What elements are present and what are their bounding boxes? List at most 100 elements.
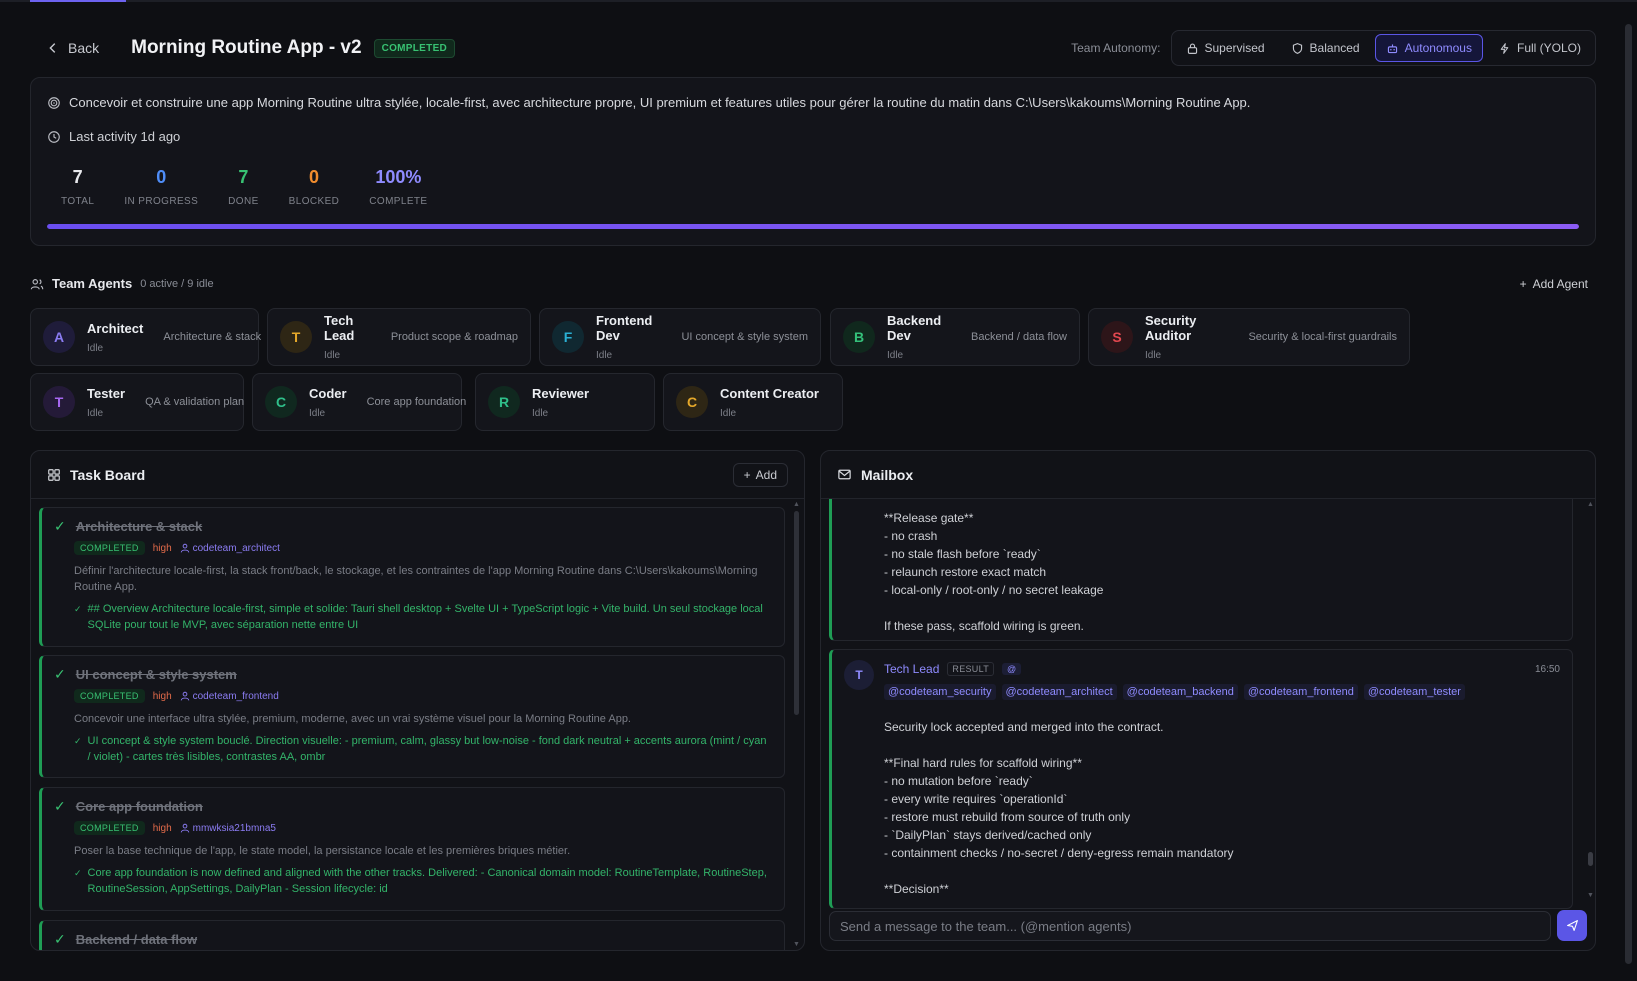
task-description: Définir l'architecture locale-first, la … — [74, 565, 758, 593]
agent-status: Idle — [87, 407, 104, 419]
autonomy-balanced-button[interactable]: Balanced — [1280, 34, 1371, 62]
agent-card-tester[interactable]: T Tester Idle QA & validation plan — [30, 373, 244, 431]
autonomy-autonomous-button[interactable]: Autonomous — [1374, 34, 1483, 62]
mention-tag[interactable]: @codeteam_backend — [1122, 684, 1238, 700]
task-status-pill: COMPLETED — [74, 689, 145, 703]
scroll-down-arrow[interactable]: ▼ — [793, 941, 800, 948]
task-assignee-name: mmwksia21bmna5 — [192, 822, 276, 834]
plus-icon: + — [1519, 276, 1527, 291]
stat-label: BLOCKED — [288, 196, 340, 207]
stat-label: TOTAL — [61, 196, 95, 207]
task-priority: high — [152, 690, 172, 702]
agent-card-content-creator[interactable]: C Content Creator Idle — [663, 373, 843, 431]
stat-in-progress: 0 IN PROGRESS — [109, 167, 213, 207]
task-assignee-name: codeteam_frontend — [192, 690, 279, 702]
agent-card-tech-lead[interactable]: T Tech Lead Idle Product scope & roadmap — [267, 308, 531, 366]
agent-info: Architect Idle — [87, 321, 143, 354]
check-icon: ✓ — [54, 518, 66, 534]
agent-name: Coder — [309, 385, 347, 401]
task-meta: COMPLETED high codeteam_architect — [74, 541, 770, 555]
task-board-panel: Task Board + Add ✓ Architecture & stack CO… — [30, 450, 805, 951]
task-board-scrollbar-thumb[interactable] — [794, 511, 799, 715]
agent-card-reviewer[interactable]: R Reviewer Idle — [475, 373, 655, 431]
agent-name: Frontend Dev — [596, 313, 653, 343]
add-agent-button[interactable]: + Add Agent — [1520, 277, 1596, 291]
agent-status: Idle — [309, 407, 326, 419]
agent-name: Content Creator — [720, 385, 819, 401]
autonomy-supervised-button[interactable]: Supervised — [1175, 34, 1276, 62]
stat-done: 7 DONE — [213, 167, 274, 207]
autonomy-yolo-button[interactable]: Full (YOLO) — [1487, 34, 1592, 62]
autonomy-option-label: Supervised — [1204, 41, 1265, 55]
agent-avatar: B — [843, 321, 875, 353]
mention-tag[interactable]: @codeteam_architect — [1001, 684, 1117, 700]
top-nav-line — [0, 0, 1637, 2]
check-icon: ✓ — [54, 931, 66, 947]
mention-tag[interactable]: @codeteam_tester — [1363, 684, 1465, 700]
agent-desc: Backend / data flow — [970, 331, 1067, 343]
send-button[interactable] — [1557, 910, 1587, 941]
clock-icon — [48, 130, 60, 143]
agent-status: Idle — [720, 407, 737, 419]
message-input[interactable] — [829, 911, 1551, 941]
agent-avatar: C — [676, 386, 708, 418]
project-goal: Concevoir et construire une app Morning … — [47, 95, 1250, 110]
task-card[interactable]: ✓ Architecture & stack COMPLETED high cod… — [39, 507, 785, 647]
active-tab-indicator — [30, 0, 126, 2]
agent-avatar: A — [43, 321, 75, 353]
agent-card-architect[interactable]: A Architect Idle Architecture & stack — [30, 308, 261, 366]
user-icon — [180, 823, 189, 833]
stat-complete: 100% COMPLETE — [354, 167, 442, 207]
project-summary-panel: Concevoir et construire une app Morning … — [30, 77, 1596, 246]
task-card[interactable]: ✓ Backend / data flow — [39, 920, 785, 950]
task-board-title: Task Board — [70, 466, 146, 483]
task-title-row: ✓ Architecture & stack — [54, 518, 770, 535]
mail-message-body: Security lock accepted and merged into t… — [884, 720, 1234, 896]
agent-desc: UI concept & style system — [681, 331, 808, 343]
mailbox-scrollbar[interactable]: ▲ ▼ — [1587, 501, 1594, 899]
agent-desc: Security & local-first guardrails — [1248, 331, 1397, 343]
autonomy-option-label: Balanced — [1309, 41, 1360, 55]
task-title: Backend / data flow — [75, 932, 198, 947]
agent-card-backend-dev[interactable]: B Backend Dev Idle Backend / data flow — [830, 308, 1080, 366]
add-task-label: Add — [755, 467, 777, 482]
stat-blocked: 0 BLOCKED — [274, 167, 355, 207]
mail-sender[interactable]: Tech Lead — [884, 662, 939, 676]
mention-tag[interactable]: @codeteam_frontend — [1243, 684, 1358, 700]
task-card[interactable]: ✓ UI concept & style system COMPLETED hig… — [39, 655, 785, 778]
agent-info: Tester Idle — [87, 386, 125, 419]
add-task-button[interactable]: + Add — [732, 462, 788, 487]
robot-icon — [1387, 43, 1397, 53]
agent-card-security-auditor[interactable]: S Security Auditor Idle Security & local-… — [1088, 308, 1410, 366]
task-result: ✓ ## Overview Architecture locale-first, … — [74, 601, 770, 633]
agent-name: Security Auditor — [1145, 313, 1197, 343]
agent-desc: QA & validation plan — [145, 396, 245, 408]
scroll-up-arrow[interactable]: ▲ — [1587, 501, 1594, 508]
mailbox-scrollbar-thumb[interactable] — [1588, 852, 1593, 866]
team-agents-title: Team Agents — [52, 276, 133, 291]
mention-tag[interactable]: @codeteam_security — [884, 684, 996, 700]
scroll-down-arrow[interactable]: ▼ — [1587, 892, 1594, 899]
task-card[interactable]: ✓ Core app foundation COMPLETED high mmwk… — [39, 787, 785, 911]
status-badge: COMPLETED — [373, 38, 456, 58]
task-title: UI concept & style system — [75, 667, 237, 682]
message-time: 16:50 — [1534, 663, 1560, 675]
page-scrollbar-thumb[interactable] — [1625, 24, 1632, 964]
back-button[interactable]: Back — [30, 34, 115, 62]
send-icon — [1566, 920, 1578, 931]
task-title-row: ✓ UI concept & style system — [54, 666, 770, 683]
stat-total: 7 TOTAL — [47, 167, 109, 207]
mail-message-body: **Release gate** - no crash - no stale f… — [884, 511, 1104, 633]
agent-info: Security Auditor Idle — [1145, 313, 1228, 361]
page-header: Back Morning Routine App - v2 COMPLETED … — [30, 30, 1596, 66]
lightning-icon — [1500, 42, 1509, 54]
task-board-scrollbar[interactable]: ▲ ▼ — [793, 501, 800, 948]
page-scrollbar[interactable] — [1625, 24, 1632, 981]
scroll-up-arrow[interactable]: ▲ — [793, 501, 800, 508]
task-title-row: ✓ Core app foundation — [54, 798, 770, 815]
task-result: ✓ UI concept & style system bouclé. Direc… — [74, 733, 770, 765]
check-icon: ✓ — [54, 798, 66, 814]
agent-card-coder[interactable]: C Coder Idle Core app foundation — [252, 373, 466, 431]
agent-card-frontend-dev[interactable]: F Frontend Dev Idle UI concept & style sy… — [539, 308, 821, 366]
task-priority: high — [152, 822, 172, 834]
